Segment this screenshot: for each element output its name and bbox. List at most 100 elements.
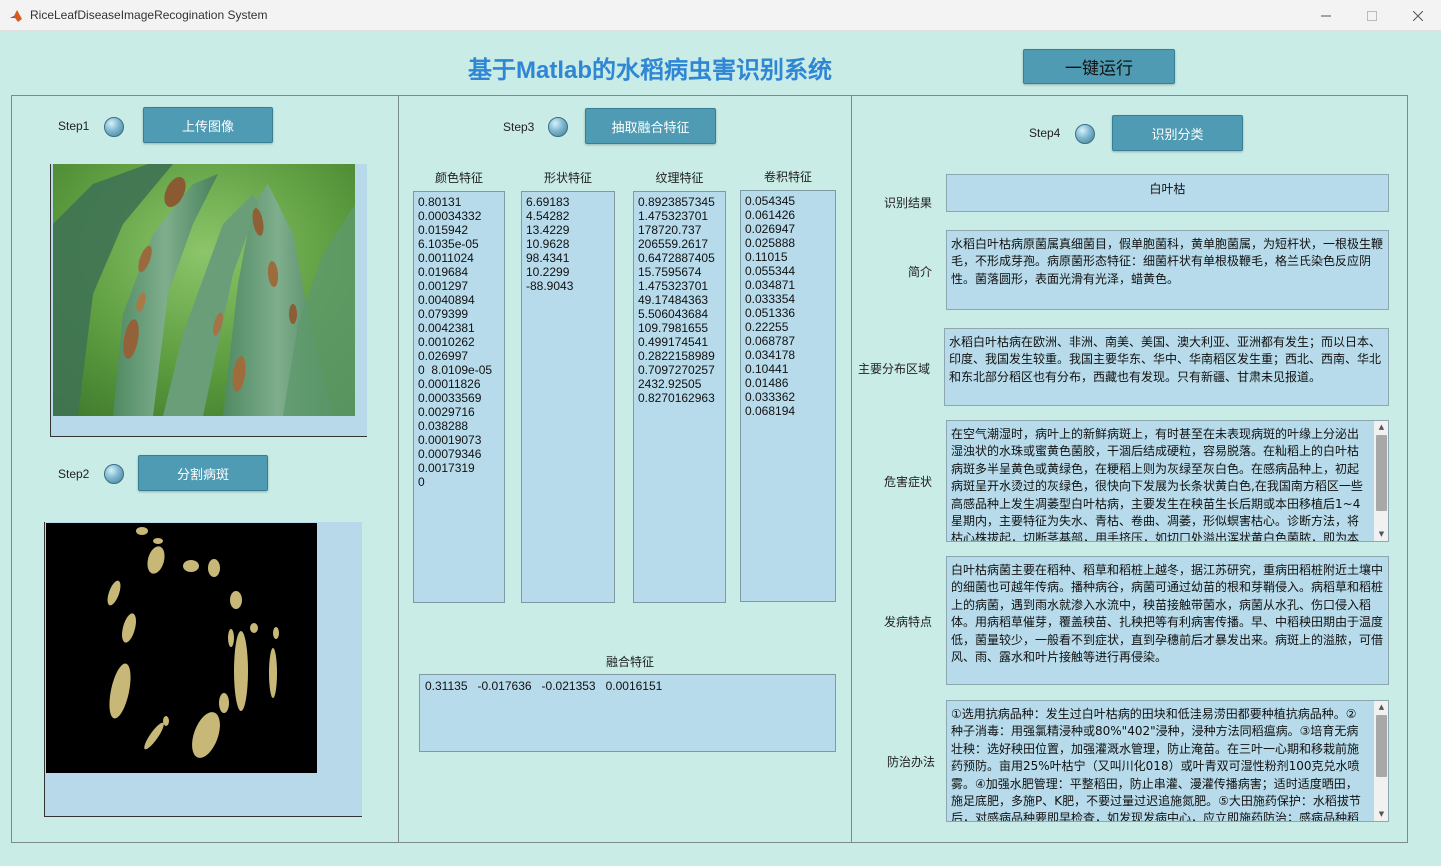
feature-value-item[interactable]: 0.7097270257 <box>638 363 721 377</box>
feature-value-item[interactable]: 0.00034332 <box>418 209 500 223</box>
result-value-field[interactable]: 白叶枯 <box>946 174 1389 212</box>
symptom-textarea[interactable]: 在空气潮湿时，病叶上的新鲜病斑上，有时甚至在未表现病斑的叶缘上分泌出湿浊状的水珠… <box>946 420 1389 542</box>
feature-value-item[interactable]: 206559.2617 <box>638 237 721 251</box>
feature-value-item[interactable]: 0.033362 <box>745 390 831 404</box>
disease-feature-textarea[interactable]: 白叶枯病菌主要在稻种、稻草和稻桩上越冬，据江苏研究，重病田稻桩附近土壤中的细菌也… <box>946 556 1389 685</box>
feature-value-item[interactable]: 4.54282 <box>526 209 610 223</box>
shape-feature-list[interactable]: 6.69183 4.54282 13.4229 10.9628 98.4341 10.22… <box>521 191 615 603</box>
feature-value-item[interactable]: 1.475323701 <box>638 209 721 223</box>
feature-value-item[interactable]: 0.6472887405 <box>638 251 721 265</box>
feature-value-item[interactable]: 13.4229 <box>526 223 610 237</box>
feature-value-item[interactable]: 109.7981655 <box>638 321 721 335</box>
feature-value-item[interactable]: 0.11015 <box>745 250 831 264</box>
step2-status-lamp <box>104 464 124 484</box>
region-textarea[interactable]: 水稻白叶枯病在欧洲、非洲、南美、美国、澳大利亚、亚洲都有发生；而以日本、印度、我… <box>944 328 1389 406</box>
symptom-label: 危害症状 <box>883 475 932 489</box>
intro-textarea[interactable]: 水稻白叶枯病原菌属真细菌目，假单胞菌科，黄单胞菌属，为短杆状，一根极生鞭毛，不形… <box>946 230 1389 310</box>
feature-value-item[interactable]: 0.499174541 <box>638 335 721 349</box>
app-title: 基于Matlab的水稻病虫害识别系统 <box>467 57 832 84</box>
feature-value-item[interactable]: 0.10441 <box>745 362 831 376</box>
control-label: 防治办法 <box>886 755 935 769</box>
scroll-up-icon[interactable]: ▲ <box>1374 701 1389 713</box>
minimize-button[interactable] <box>1303 0 1349 31</box>
step4-status-lamp <box>1075 124 1095 144</box>
feature-value-item[interactable]: 0.054345 <box>745 194 831 208</box>
feature-value-item[interactable]: 0.0010262 <box>418 335 500 349</box>
step1-status-lamp <box>104 117 124 137</box>
scroll-down-icon[interactable]: ▼ <box>1374 808 1389 820</box>
feature-value-item[interactable]: 0.034178 <box>745 348 831 362</box>
feature-value-item[interactable]: 0.00019073 <box>418 433 500 447</box>
fused-feature-box[interactable]: 0.31135 -0.017636 -0.021353 0.0016151 <box>419 674 836 752</box>
feature-value-item[interactable]: 0.026997 <box>418 349 500 363</box>
scroll-up-icon[interactable]: ▲ <box>1374 421 1389 433</box>
upload-image-button[interactable]: 上传图像 <box>143 107 273 143</box>
feature-value-item[interactable]: 0.026947 <box>745 222 831 236</box>
control-textarea[interactable]: ①选用抗病品种：发生过白叶枯病的田块和低洼易涝田都要种植抗病品种。②种子消毒：用… <box>946 700 1389 822</box>
feature-value-item[interactable]: 0.019684 <box>418 265 500 279</box>
feature-value-item[interactable]: 0.025888 <box>745 236 831 250</box>
feature-value-item[interactable]: 15.7595674 <box>638 265 721 279</box>
rice-leaf-image <box>53 164 355 416</box>
feature-value-item[interactable]: -88.9043 <box>526 279 610 293</box>
feature-value-item[interactable]: 0.0040894 <box>418 293 500 307</box>
feature-value-item[interactable]: 0 8.0109e-05 <box>418 363 500 377</box>
close-button[interactable] <box>1395 0 1441 31</box>
conv-feature-list[interactable]: 0.054345 0.061426 0.026947 0.025888 0.11015 0… <box>740 190 836 602</box>
feature-value-item[interactable]: 0.8923857345 <box>638 195 721 209</box>
feature-value-item[interactable]: 6.69183 <box>526 195 610 209</box>
feature-value-item[interactable]: 0.80131 <box>418 195 500 209</box>
scroll-thumb[interactable] <box>1376 435 1387 511</box>
maximize-button[interactable] <box>1349 0 1395 31</box>
feature-value-item[interactable]: 0.8270162963 <box>638 391 721 405</box>
feature-value-item[interactable]: 98.4341 <box>526 251 610 265</box>
feature-value-item[interactable]: 0.0017319 <box>418 461 500 475</box>
scroll-down-icon[interactable]: ▼ <box>1374 528 1389 540</box>
feature-value-item[interactable]: 0.034871 <box>745 278 831 292</box>
feature-value-item[interactable]: 10.9628 <box>526 237 610 251</box>
feature-value-item[interactable]: 0.2822158989 <box>638 349 721 363</box>
control-scrollbar[interactable]: ▲ ▼ <box>1373 701 1388 821</box>
window-titlebar[interactable]: RiceLeafDiseaseImageRecogination System <box>0 0 1441 31</box>
classify-button[interactable]: 识别分类 <box>1112 115 1243 151</box>
feature-value-item[interactable]: 0.015942 <box>418 223 500 237</box>
feature-value-item[interactable]: 49.17484363 <box>638 293 721 307</box>
extract-features-button[interactable]: 抽取融合特征 <box>585 108 716 144</box>
step3-status-lamp <box>548 117 568 137</box>
feature-value-item[interactable]: 0.033354 <box>745 292 831 306</box>
feature-value-item[interactable]: 0.00033569 <box>418 391 500 405</box>
feature-value-item[interactable]: 0.068787 <box>745 334 831 348</box>
step4-label: Step4 <box>1029 126 1061 140</box>
feature-value-item[interactable]: 0.01486 <box>745 376 831 390</box>
symptom-scrollbar[interactable]: ▲ ▼ <box>1373 421 1388 541</box>
feature-value-item[interactable]: 0.038288 <box>418 419 500 433</box>
feature-value-item[interactable]: 0.0011024 <box>418 251 500 265</box>
feature-value-item[interactable]: 5.506043684 <box>638 307 721 321</box>
feature-value-item[interactable]: 0.001297 <box>418 279 500 293</box>
feature-value-item[interactable]: 0.068194 <box>745 404 831 418</box>
feature-value-item[interactable]: 1.475323701 <box>638 279 721 293</box>
scroll-thumb[interactable] <box>1376 715 1387 777</box>
conv-feature-header: 卷积特征 <box>763 170 812 184</box>
feature-value-item[interactable]: 0.051336 <box>745 306 831 320</box>
segment-lesion-button[interactable]: 分割病斑 <box>138 455 268 491</box>
feature-value-item[interactable]: 0.22255 <box>745 320 831 334</box>
feature-value-item[interactable]: 2432.92505 <box>638 377 721 391</box>
run-all-button[interactable]: 一键运行 <box>1023 49 1175 84</box>
shape-feature-header: 形状特征 <box>543 171 592 185</box>
region-label: 主要分布区域 <box>857 362 930 376</box>
feature-value-item[interactable]: 0.055344 <box>745 264 831 278</box>
feature-value-item[interactable]: 6.1035e-05 <box>418 237 500 251</box>
feature-value-item[interactable]: 178720.737 <box>638 223 721 237</box>
feature-value-item[interactable]: 0 <box>418 475 500 489</box>
feature-value-item[interactable]: 0.0042381 <box>418 321 500 335</box>
feature-value-item[interactable]: 0.00079346 <box>418 447 500 461</box>
feature-value-item[interactable]: 0.061426 <box>745 208 831 222</box>
color-feature-list[interactable]: 0.80131 0.00034332 0.015942 6.1035e-05 0.001… <box>413 191 505 603</box>
feature-value-item[interactable]: 10.2299 <box>526 265 610 279</box>
texture-feature-list[interactable]: 0.8923857345 1.475323701 178720.737 206559.… <box>633 191 726 603</box>
feature-value-item[interactable]: 0.00011826 <box>418 377 500 391</box>
feature-value-item[interactable]: 0.0029716 <box>418 405 500 419</box>
result-label: 识别结果 <box>883 196 932 210</box>
feature-value-item[interactable]: 0.079399 <box>418 307 500 321</box>
